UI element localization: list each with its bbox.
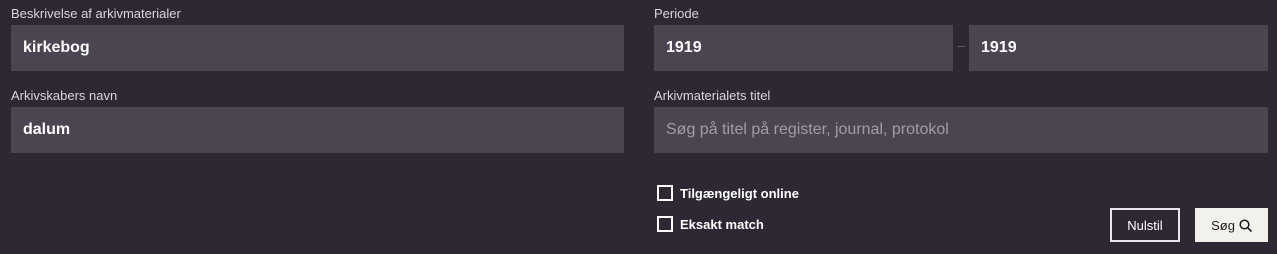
online-option[interactable]: Tilgængeligt online <box>657 185 799 201</box>
search-button-label: Søg <box>1211 217 1235 233</box>
creator-label: Arkivskabers navn <box>11 88 118 103</box>
reset-button[interactable]: Nulstil <box>1110 208 1180 242</box>
period-from-input[interactable] <box>654 25 953 71</box>
search-icon <box>1239 218 1252 232</box>
description-label: Beskrivelse af arkivmaterialer <box>11 6 181 21</box>
title-label: Arkivmaterialets titel <box>654 88 771 103</box>
search-button[interactable]: Søg <box>1195 208 1268 242</box>
online-checkbox-label[interactable]: Tilgængeligt online <box>680 186 799 201</box>
title-input[interactable] <box>654 107 1268 153</box>
period-label: Periode <box>654 6 699 21</box>
reset-button-label: Nulstil <box>1127 217 1163 233</box>
creator-input[interactable] <box>11 107 624 153</box>
online-checkbox[interactable] <box>657 185 673 201</box>
exact-match-checkbox[interactable] <box>657 216 673 232</box>
period-to-input[interactable] <box>969 25 1268 71</box>
exact-match-option[interactable]: Eksakt match <box>657 216 764 232</box>
period-separator <box>957 46 965 47</box>
description-input[interactable] <box>11 25 624 71</box>
exact-match-checkbox-label[interactable]: Eksakt match <box>680 217 764 232</box>
